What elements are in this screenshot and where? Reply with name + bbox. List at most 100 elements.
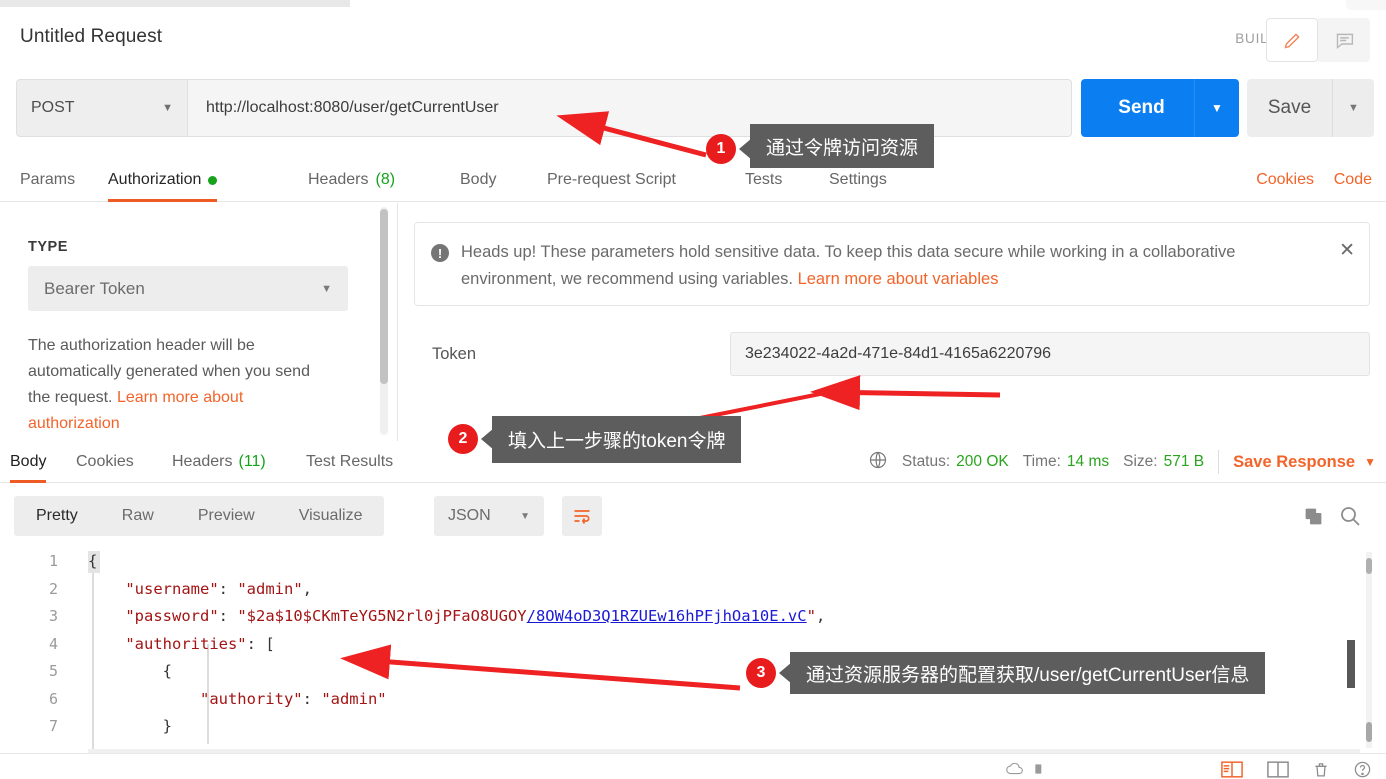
token-label: Token: [432, 344, 477, 363]
code-scrollbar-thumb-bottom[interactable]: [1366, 722, 1372, 742]
tab-response-headers[interactable]: Headers (11): [172, 441, 266, 483]
response-status-bar: Status: 200 OK Time: 14 ms Size: 571 B S…: [868, 441, 1376, 483]
size-value: 571 B: [1163, 453, 1205, 470]
save-button-label: Save: [1267, 97, 1312, 118]
save-options-caret-icon[interactable]: ▼: [1332, 79, 1374, 137]
send-button[interactable]: Send ▼: [1081, 79, 1239, 137]
code-link[interactable]: Code: [1334, 158, 1372, 202]
tab-pre-request-script[interactable]: Pre-request Script: [547, 158, 676, 202]
authorization-panel: TYPE Bearer Token ▼ The authorization he…: [0, 203, 1386, 441]
close-icon[interactable]: ✕: [1339, 239, 1355, 262]
annotation-badge-1: 1: [706, 134, 736, 164]
response-format-select[interactable]: JSON ▼: [434, 496, 544, 536]
tab-response-body[interactable]: Body: [10, 441, 47, 483]
tab-label: Body: [460, 171, 497, 188]
request-tab-strip[interactable]: [0, 0, 350, 7]
line-number: 1: [48, 552, 58, 570]
http-method-select[interactable]: POST ▼: [16, 79, 188, 137]
side-by-side-layout-icon[interactable]: [1267, 761, 1289, 779]
auth-type-select[interactable]: Bearer Token ▼: [28, 266, 348, 311]
cookies-link[interactable]: Cookies: [1256, 158, 1314, 202]
status-label: Status:: [901, 453, 951, 470]
view-mode-group: Pretty Raw Preview Visualize: [14, 496, 385, 536]
tab-label: Headers: [308, 171, 369, 188]
time-label: Time:: [1022, 453, 1061, 470]
unsaved-dot-icon: [208, 175, 218, 185]
line-number: 6: [48, 689, 58, 708]
tab-label: Pre-request Script: [547, 171, 676, 188]
copy-icon[interactable]: [1303, 506, 1324, 532]
line-number: 4: [48, 634, 58, 653]
status-footer: [0, 753, 1386, 779]
auth-description: The authorization header will be automat…: [28, 333, 328, 437]
globe-icon: [868, 450, 888, 475]
request-header: Untitled Request BUILD: [0, 8, 1386, 64]
url-input[interactable]: http://localhost:8080/user/getCurrentUse…: [188, 79, 1072, 137]
response-format-value: JSON: [448, 507, 491, 524]
view-mode-raw[interactable]: Raw: [100, 496, 176, 536]
chevron-down-icon: ▼: [520, 510, 530, 522]
tab-response-cookies[interactable]: Cookies: [76, 441, 134, 483]
save-response-button[interactable]: Save Response ▼: [1233, 453, 1376, 472]
alert-icon: !: [431, 244, 449, 262]
code-line[interactable]: "username": "admin",: [88, 576, 1386, 604]
auth-detail-column: ! Heads up! These parameters hold sensit…: [398, 203, 1386, 441]
tab-body[interactable]: Body: [460, 158, 496, 202]
search-icon[interactable]: [1338, 504, 1362, 533]
annotation-callout-2: 填入上一步骤的token令牌: [492, 416, 742, 463]
view-mode-pretty[interactable]: Pretty: [14, 496, 100, 536]
learn-more-variables-link[interactable]: Learn more about variables: [798, 270, 999, 288]
tab-label: Tests: [745, 171, 783, 188]
code-scrollbar-track[interactable]: [1366, 552, 1372, 748]
token-input[interactable]: 3e234022-4a2d-471e-84d1-4165a6220796: [730, 332, 1370, 376]
code-scrollbar-thumb-top[interactable]: [1366, 558, 1372, 574]
send-options-caret-icon[interactable]: ▼: [1194, 79, 1239, 137]
line-number: 3: [48, 607, 58, 625]
tab-authorization[interactable]: Authorization: [108, 158, 218, 202]
annotation-callout-3: 通过资源服务器的配置获取/user/getCurrentUser信息: [790, 652, 1266, 694]
code-gutter: 1 2 3 4 5 6 7: [0, 548, 76, 751]
tab-label: Test Results: [306, 453, 394, 470]
line-number: 5: [48, 662, 58, 680]
tab-label: Authorization: [108, 171, 202, 188]
notice-text-block: Heads up! These parameters hold sensitiv…: [461, 239, 1325, 293]
two-pane-layout-icon[interactable]: [1221, 761, 1243, 779]
word-wrap-icon[interactable]: [562, 496, 602, 536]
save-button[interactable]: Save ▼: [1247, 79, 1374, 137]
code-line[interactable]: "password": "$2a$10$CKmTeYG5N2rl0jPFaO8U…: [88, 603, 1386, 631]
postman-window: Untitled Request BUILD POST ▼ http://loc…: [0, 0, 1386, 779]
chevron-down-icon: ▼: [1364, 455, 1376, 469]
view-mode-visualize[interactable]: Visualize: [277, 496, 385, 536]
tab-headers[interactable]: Headers (8): [308, 158, 395, 202]
page-title: Untitled Request: [20, 26, 163, 47]
code-line[interactable]: }: [88, 713, 1386, 741]
tab-test-results[interactable]: Test Results: [306, 441, 393, 483]
token-row: Token 3e234022-4a2d-471e-84d1-4165a62207…: [414, 331, 1370, 377]
tab-label: Cookies: [76, 453, 134, 470]
trash-icon[interactable]: [1313, 761, 1329, 779]
footer-right-group: [1221, 760, 1372, 779]
response-viewer-toolbar: Pretty Raw Preview Visualize JSON ▼: [0, 484, 1386, 548]
tab-label: Params: [20, 171, 76, 188]
footer-left-group: [1006, 762, 1050, 779]
code-scrollbar-overlay[interactable]: [1347, 640, 1355, 688]
auth-type-label: TYPE: [28, 239, 68, 255]
code-lines[interactable]: { "username": "admin", "password": "$2a$…: [88, 548, 1386, 751]
tab-params[interactable]: Params: [20, 158, 75, 202]
tab-label: Body: [10, 453, 47, 470]
cloud-icon[interactable]: [1006, 762, 1024, 778]
bootcamp-icon[interactable]: [1034, 762, 1050, 779]
auth-scrollbar-thumb[interactable]: [380, 209, 388, 384]
line-number: 2: [48, 579, 58, 598]
tab-count: (11): [238, 453, 266, 470]
tab-count: (8): [375, 171, 396, 188]
annotation-badge-2: 2: [448, 424, 478, 454]
tab-label: Settings: [829, 171, 887, 188]
save-response-label: Save Response: [1233, 452, 1356, 471]
response-body-code[interactable]: 1 2 3 4 5 6 7 { "username": "admin", "password…: [0, 548, 1386, 751]
view-mode-preview[interactable]: Preview: [176, 496, 277, 536]
code-line[interactable]: {: [88, 548, 1386, 576]
help-icon[interactable]: [1353, 760, 1372, 779]
comment-icon[interactable]: [1318, 18, 1370, 62]
edit-pencil-icon[interactable]: [1266, 18, 1318, 62]
